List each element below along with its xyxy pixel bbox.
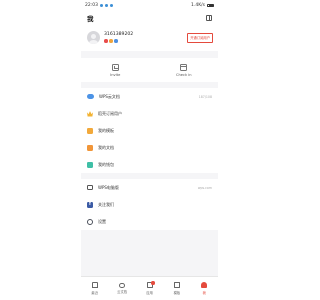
tab-label: 云文档 [117,290,128,295]
notification-icon [104,4,108,7]
tab-apps[interactable]: 应用 [136,277,163,300]
check-in-label: Check in [176,72,192,77]
invite-button[interactable]: Invite [81,58,150,82]
tab-label: 模板 [173,290,181,295]
bottom-tab-bar: 最近 云文档 应用 模板 我 [81,276,218,300]
check-in-icon [180,63,188,71]
status-bar: 22:03 1.4K/s [81,0,218,11]
menu-item-documents[interactable]: 我的文档 [81,139,218,156]
menu-item-label: WPS云文档 [99,93,120,99]
menu-item-settings[interactable]: 设置 [81,213,218,230]
menu-group-account: WPS云文档 187/108 稻壳订阅用户 我的模板 我的文档 我的钱包 [81,88,218,173]
page-title: 我 [87,14,94,23]
menu-item-label: 关注我们 [98,201,114,207]
notification-badge [151,281,155,285]
wps-website: wps.com [197,185,212,190]
tab-cloud-docs[interactable]: 云文档 [108,277,135,300]
subscribe-button[interactable]: 开通订阅用户 [187,33,213,43]
cloud-icon [87,94,94,99]
me-icon [201,282,208,289]
check-in-button[interactable]: Check in [150,58,219,82]
menu-item-wps-pc[interactable]: WPS电脑版 wps.com [81,179,218,196]
menu-item-label: WPS电脑版 [98,184,119,190]
docs-icon [173,282,180,289]
menu-item-label: 我的文档 [98,144,114,150]
invite-label: Invite [110,72,121,77]
gear-icon [87,218,93,225]
menu-item-follow-us[interactable]: f 关注我们 [81,196,218,213]
top-bar: 我 [81,11,218,24]
menu-group-other: WPS电脑版 wps.com f 关注我们 设置 [81,179,218,230]
menu-item-label: 我的钱包 [98,161,114,167]
avatar[interactable] [87,31,100,44]
tab-label: 最近 [91,290,98,295]
tab-recent[interactable]: 最近 [81,277,108,300]
phone-screen: 22:03 1.4K/s 我 3161389202 开通订阅用户 Invite … [81,0,218,300]
facebook-icon: f [87,201,93,208]
template-icon [87,127,93,134]
menu-item-label: 我的模板 [98,127,114,133]
cloud-usage: 187/108 [198,94,212,99]
battery-icon [207,3,214,8]
menu-item-label: 设置 [98,218,106,224]
profile-card[interactable]: 3161389202 开通订阅用户 [81,24,218,51]
menu-item-wps-cloud[interactable]: WPS云文档 187/108 [81,88,218,105]
wallet-icon [87,161,93,168]
notification-icon [109,4,113,7]
network-speed: 1.4K/s [191,3,205,8]
cloud-icon [119,282,126,288]
message-icon[interactable] [206,14,212,21]
tab-templates[interactable]: 模板 [163,277,190,300]
menu-item-wallet[interactable]: 我的钱包 [81,156,218,173]
menu-item-subscription[interactable]: 稻壳订阅用户 [81,105,218,122]
crown-icon [87,111,93,117]
status-time: 22:03 [85,3,98,8]
apps-icon [146,281,155,289]
badge-icon [104,39,108,43]
document-icon [87,144,93,151]
quick-actions: Invite Check in [81,58,218,82]
membership-badges [104,39,133,43]
badge-icon [114,39,118,43]
tab-label: 应用 [146,290,153,295]
monitor-icon [87,185,93,190]
notification-icon [99,4,103,7]
invite-icon [111,63,119,71]
username: 3161389202 [104,32,134,38]
home-icon [91,282,98,289]
tab-label: 我 [202,290,206,295]
tab-me[interactable]: 我 [191,277,218,300]
menu-item-templates[interactable]: 我的模板 [81,122,218,139]
badge-icon [109,39,113,43]
menu-item-label: 稻壳订阅用户 [98,110,122,116]
